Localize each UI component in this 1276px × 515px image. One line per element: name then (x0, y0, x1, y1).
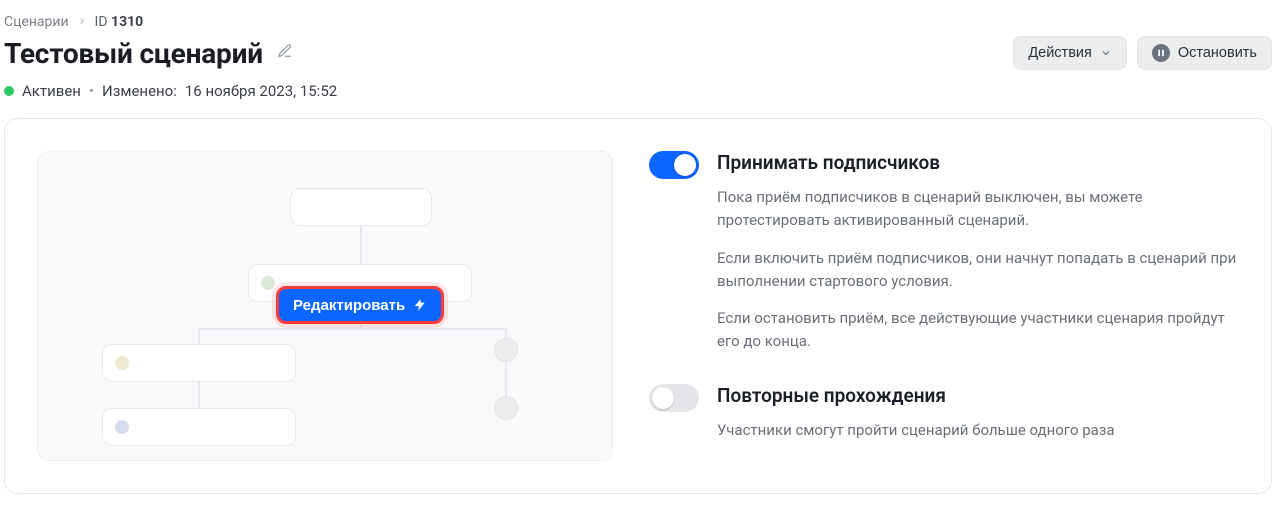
setting-description: Участники смогут пройти сценарий больше … (717, 419, 1239, 442)
flow-circle (494, 396, 518, 420)
setting-repeat-passes: Повторные прохождения Участники смогут п… (649, 384, 1239, 442)
setting-accept-subscribers: Принимать подписчиков Пока приём подписч… (649, 151, 1239, 354)
flow-node (102, 344, 296, 382)
bolt-icon (413, 298, 427, 312)
changed-value: 16 ноября 2023, 15:52 (185, 82, 337, 100)
flow-circle (494, 338, 518, 362)
breadcrumb-id: ID 1310 (95, 14, 144, 30)
breadcrumb-root[interactable]: Сценарии (4, 14, 69, 30)
changed-label: Изменено: (102, 82, 177, 100)
actions-dropdown[interactable]: Действия (1013, 36, 1127, 70)
chevron-down-icon (1100, 47, 1112, 59)
scenario-card: Редактировать Принимать подписчиков Пока… (4, 118, 1272, 494)
chevron-right-icon (77, 14, 87, 30)
pause-icon (1152, 44, 1170, 62)
stop-button[interactable]: Остановить (1137, 36, 1272, 70)
flow-node (102, 408, 296, 446)
connector-line (198, 382, 200, 410)
flow-node (290, 188, 432, 226)
status-text: Активен (22, 82, 81, 100)
scenario-preview: Редактировать (37, 151, 613, 461)
setting-title: Повторные прохождения (717, 384, 1239, 407)
connector-line (360, 226, 362, 264)
status-line: Активен • Изменено: 16 ноября 2023, 15:5… (0, 70, 1276, 118)
page-title: Тестовый сценарий (4, 37, 263, 70)
connector-line (505, 362, 507, 398)
repeat-passes-toggle[interactable] (649, 384, 699, 412)
setting-title: Принимать подписчиков (717, 151, 1239, 174)
scenario-settings: Принимать подписчиков Пока приём подписч… (649, 151, 1239, 461)
status-dot-icon (4, 86, 14, 96)
connector-line (198, 328, 506, 330)
edit-scenario-button[interactable]: Редактировать (276, 286, 444, 324)
breadcrumb: Сценарии ID 1310 (0, 0, 1276, 36)
setting-description: Пока приём подписчиков в сценарий выключ… (717, 186, 1239, 354)
edit-title-icon[interactable] (277, 43, 293, 63)
accept-subscribers-toggle[interactable] (649, 151, 699, 179)
